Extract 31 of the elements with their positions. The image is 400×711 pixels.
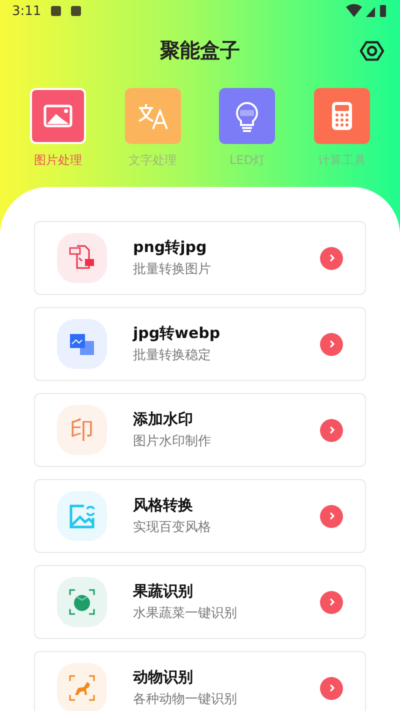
tool-card[interactable]: jpg转webp 批量转换稳定 — [34, 307, 366, 381]
tool-subtitle: 实现百变风格 — [133, 519, 212, 536]
tool-subtitle: 各种动物一键识别 — [133, 691, 238, 708]
chevron-button[interactable] — [320, 504, 343, 528]
tool-subtitle: 批量转换图片 — [133, 261, 212, 278]
tool-card[interactable]: 动物识别 各种动物一键识别 — [34, 651, 366, 711]
status-time: 3:11 — [12, 4, 42, 18]
chevron-button[interactable] — [320, 590, 343, 614]
stamp-icon: 印 — [70, 414, 94, 446]
tool-title: 果蔬识别 — [133, 582, 194, 601]
chevron-button[interactable] — [320, 332, 343, 356]
tool-subtitle: 水果蔬菜一键识别 — [133, 605, 238, 622]
tool-title: png转jpg — [133, 238, 208, 257]
settings-icon[interactable] — [360, 39, 384, 63]
tool-title: 添加水印 — [133, 410, 194, 429]
tool-title: 风格转换 — [133, 496, 194, 515]
chevron-button[interactable] — [320, 676, 343, 700]
tool-subtitle: 图片水印制作 — [133, 433, 212, 450]
tool-title: jpg转webp — [133, 324, 222, 343]
notification-icon — [51, 6, 62, 16]
chevron-button[interactable] — [320, 246, 343, 270]
tool-card[interactable]: png转jpg 批量转换图片 — [34, 221, 366, 295]
tool-title: 动物识别 — [133, 668, 194, 687]
tool-card[interactable]: 印 添加水印 图片水印制作 — [34, 393, 366, 467]
status-icons — [346, 4, 388, 18]
app-title: 聚能盒子 — [160, 36, 240, 64]
tool-card[interactable]: 果蔬识别 水果蔬菜一键识别 — [34, 565, 366, 639]
tool-card[interactable]: 风格转换 实现百变风格 — [34, 479, 366, 553]
notification-icon — [71, 6, 82, 16]
tool-subtitle: 批量转换稳定 — [133, 347, 212, 364]
chevron-button[interactable] — [320, 418, 343, 442]
